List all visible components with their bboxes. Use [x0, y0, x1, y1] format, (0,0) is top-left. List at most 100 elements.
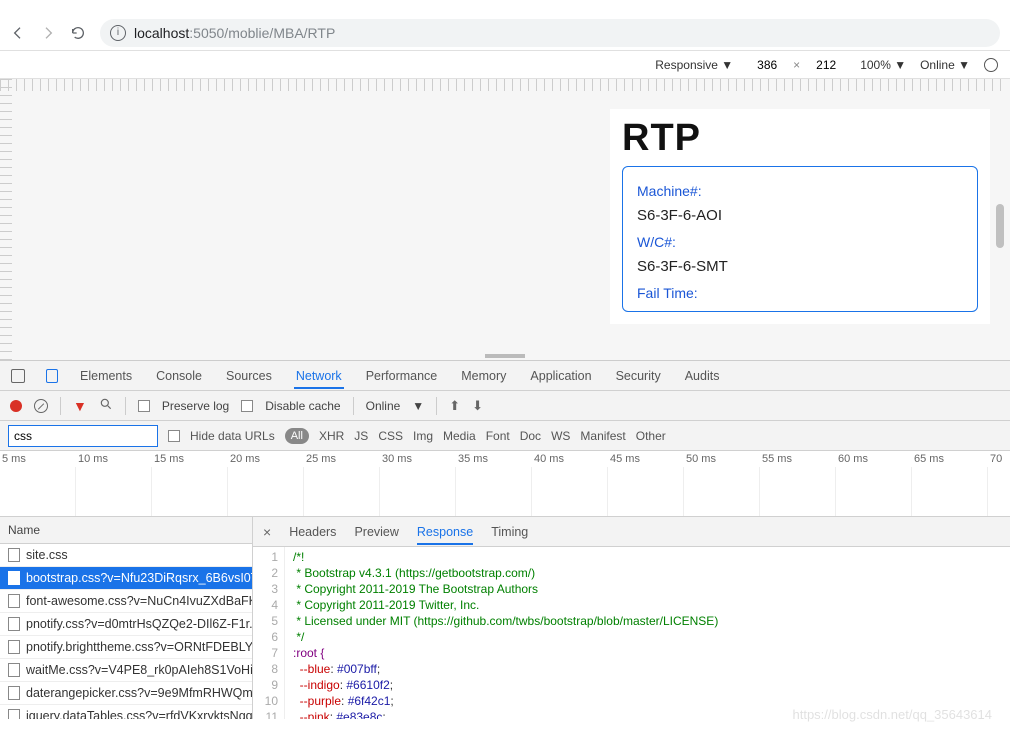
request-item[interactable]: font-awesome.css?v=NuCn4IvuZXdBaFK... — [0, 590, 252, 613]
address-bar[interactable]: i localhost:5050/moblie/MBA/RTP — [100, 19, 1000, 47]
timeline-tick: 20 ms — [228, 453, 304, 465]
hide-data-urls-checkbox[interactable] — [168, 430, 180, 442]
reload-icon[interactable] — [70, 25, 86, 41]
preserve-log-label: Preserve log — [162, 399, 229, 413]
filter-type-font[interactable]: Font — [486, 429, 510, 443]
network-toolbar: ▼ Preserve log Disable cache Online▼ ⬆ ⬇ — [0, 391, 1010, 421]
divider — [353, 397, 354, 415]
browser-toolbar: i localhost:5050/moblie/MBA/RTP — [0, 15, 1010, 51]
request-item[interactable]: jquery.dataTables.css?v=rfdVKxryktsNgq..… — [0, 705, 252, 719]
forward-icon[interactable] — [40, 25, 56, 41]
filter-type-other[interactable]: Other — [636, 429, 666, 443]
filter-type-img[interactable]: Img — [413, 429, 433, 443]
request-item[interactable]: waitMe.css?v=V4PE8_rk0pAIeh8S1VoHi... — [0, 659, 252, 682]
back-icon[interactable] — [10, 25, 26, 41]
fail-time-label: Fail Time: — [637, 285, 963, 301]
tab-sources[interactable]: Sources — [224, 363, 274, 389]
file-icon — [8, 709, 20, 719]
dim-x: × — [793, 58, 800, 72]
timeline-tick: 30 ms — [380, 453, 456, 465]
filter-type-doc[interactable]: Doc — [520, 429, 541, 443]
device-toggle-icon[interactable] — [44, 368, 60, 384]
filter-toggle-icon[interactable]: ▼ — [73, 398, 87, 414]
request-name: font-awesome.css?v=NuCn4IvuZXdBaFK... — [26, 594, 252, 608]
timeline-tick: 5 ms — [0, 453, 76, 465]
filter-type-manifest[interactable]: Manifest — [580, 429, 625, 443]
tab-audits[interactable]: Audits — [683, 363, 722, 389]
detail-tab-headers[interactable]: Headers — [289, 519, 336, 545]
request-item[interactable]: bootstrap.css?v=Nfu23DiRqsrx_6B6vsI0T... — [0, 567, 252, 590]
ruler-horizontal — [0, 79, 1004, 91]
detail-tab-response[interactable]: Response — [417, 519, 473, 545]
request-item[interactable]: daterangepicker.css?v=9e9MfmRHWQm... — [0, 682, 252, 705]
filter-type-ws[interactable]: WS — [551, 429, 570, 443]
tab-network[interactable]: Network — [294, 363, 344, 389]
tab-memory[interactable]: Memory — [459, 363, 508, 389]
disable-cache-checkbox[interactable] — [241, 400, 253, 412]
name-column-header[interactable]: Name — [0, 517, 252, 544]
file-icon — [8, 571, 20, 585]
waterfall-timeline[interactable]: 5 ms10 ms15 ms20 ms25 ms30 ms35 ms40 ms4… — [0, 451, 1010, 517]
filter-type-all[interactable]: All — [285, 428, 309, 444]
devtools-tabs: Elements Console Sources Network Performance… — [0, 361, 1010, 391]
zoom-select[interactable]: 100% ▼ — [860, 58, 906, 72]
request-item[interactable]: site.css — [0, 544, 252, 567]
wc-value: S6-3F-6-SMT — [637, 258, 963, 275]
site-info-icon[interactable]: i — [110, 25, 126, 41]
viewport-width-input[interactable] — [747, 58, 787, 72]
divider — [125, 397, 126, 415]
tab-performance[interactable]: Performance — [364, 363, 440, 389]
request-item[interactable]: pnotify.brighttheme.css?v=ORNtFDEBLY... — [0, 636, 252, 659]
download-har-icon[interactable]: ⬇ — [472, 398, 483, 414]
tab-security[interactable]: Security — [614, 363, 663, 389]
file-icon — [8, 640, 20, 654]
response-code[interactable]: 123456789101112 /*! * Bootstrap v4.3.1 (… — [253, 547, 1010, 719]
throttle-select[interactable]: Online ▼ — [920, 58, 970, 72]
device-mode-select[interactable]: Responsive ▼ — [655, 58, 733, 72]
preserve-log-checkbox[interactable] — [138, 400, 150, 412]
request-list: Name site.cssbootstrap.css?v=Nfu23DiRqsr… — [0, 517, 253, 719]
rotate-icon[interactable] — [984, 58, 998, 72]
file-icon — [8, 617, 20, 631]
device-toolbar: Responsive ▼ × 100% ▼ Online ▼ — [0, 51, 1010, 79]
tab-console[interactable]: Console — [154, 363, 204, 389]
tab-application[interactable]: Application — [528, 363, 593, 389]
devtools-drag-handle[interactable] — [485, 354, 525, 358]
tab-elements[interactable]: Elements — [78, 363, 134, 389]
filter-type-media[interactable]: Media — [443, 429, 476, 443]
file-icon — [8, 548, 20, 562]
hide-data-urls-label: Hide data URLs — [190, 429, 275, 443]
filter-input[interactable] — [8, 425, 158, 447]
upload-har-icon[interactable]: ⬆ — [449, 398, 460, 414]
viewport-height-input[interactable] — [806, 58, 846, 72]
divider — [436, 397, 437, 415]
filter-type-css[interactable]: CSS — [378, 429, 403, 443]
machine-value: S6-3F-6-AOI — [637, 207, 963, 224]
file-icon — [8, 686, 20, 700]
timeline-tick: 35 ms — [456, 453, 532, 465]
inspect-element-icon[interactable] — [10, 368, 26, 384]
request-name: daterangepicker.css?v=9e9MfmRHWQm... — [26, 686, 252, 700]
timeline-tick: 45 ms — [608, 453, 684, 465]
page-title: RTP — [622, 117, 978, 160]
record-icon[interactable] — [10, 400, 22, 412]
request-name: pnotify.brighttheme.css?v=ORNtFDEBLY... — [26, 640, 252, 654]
rendered-page: RTP Machine#: S6-3F-6-AOI W/C#: S6-3F-6-… — [610, 109, 990, 324]
clear-icon[interactable] — [34, 399, 48, 413]
timeline-tick: 50 ms — [684, 453, 760, 465]
detail-tab-preview[interactable]: Preview — [354, 519, 398, 545]
file-icon — [8, 594, 20, 608]
search-icon[interactable] — [99, 397, 113, 414]
close-detail-icon[interactable]: × — [263, 524, 271, 540]
detail-tab-timing[interactable]: Timing — [491, 519, 528, 545]
detail-tabs: × Headers Preview Response Timing — [253, 517, 1010, 547]
ruler-vertical — [0, 79, 12, 360]
throttle-select[interactable]: Online — [366, 399, 401, 413]
url-text: localhost:5050/moblie/MBA/RTP — [134, 25, 335, 41]
machine-label: Machine#: — [637, 183, 963, 199]
request-item[interactable]: pnotify.css?v=d0mtrHsQZQe2-DIl6Z-F1r... — [0, 613, 252, 636]
timeline-tick: 40 ms — [532, 453, 608, 465]
filter-type-xhr[interactable]: XHR — [319, 429, 344, 443]
page-scrollbar[interactable] — [996, 204, 1004, 248]
filter-type-js[interactable]: JS — [354, 429, 368, 443]
